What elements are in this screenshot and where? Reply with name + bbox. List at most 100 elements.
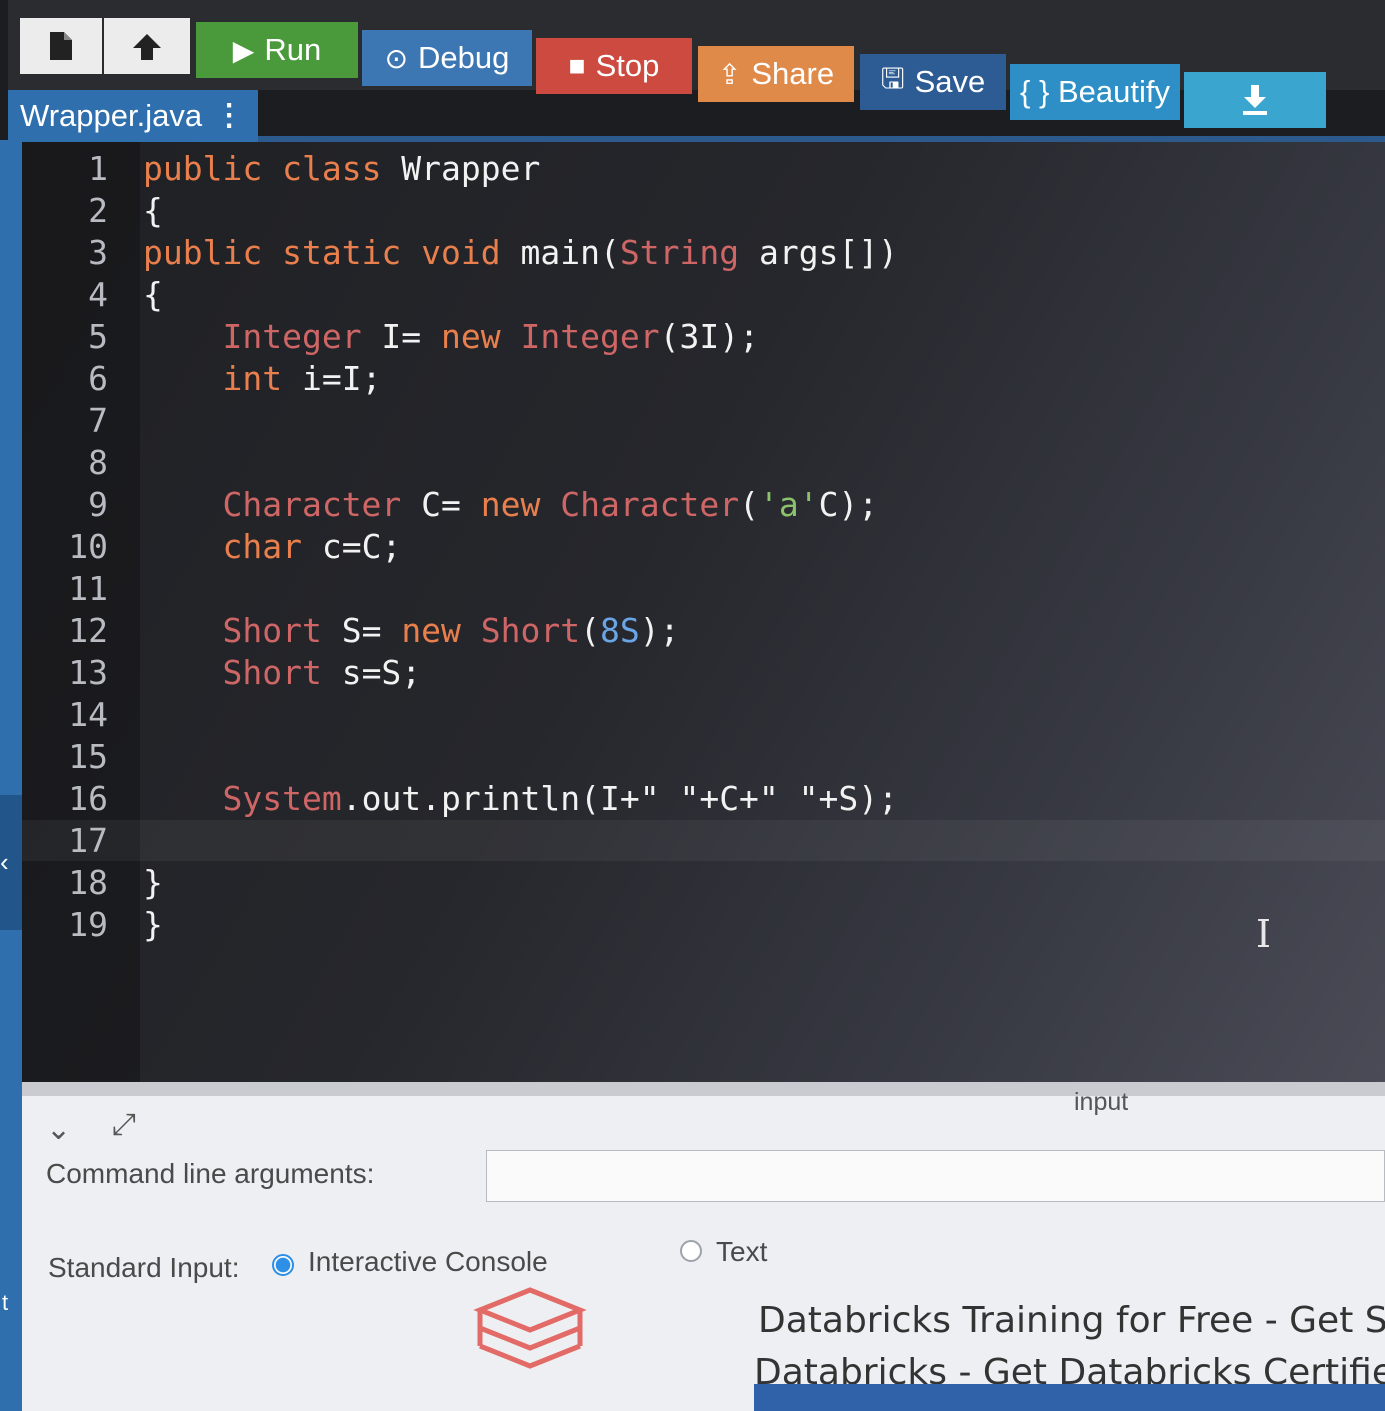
interactive-console-label[interactable]: Interactive Console bbox=[308, 1246, 548, 1278]
code-text: char c=C; bbox=[143, 526, 401, 567]
type-name: Short bbox=[480, 611, 581, 650]
code-mid: C= bbox=[401, 485, 481, 524]
save-label: Save bbox=[914, 64, 986, 99]
code-text: public static void main(String args[]) bbox=[143, 232, 898, 273]
databricks-logo[interactable] bbox=[470, 1282, 590, 1387]
keyword: new bbox=[480, 485, 541, 524]
code-line[interactable]: 14 bbox=[22, 694, 1385, 735]
type-name: System bbox=[222, 779, 342, 818]
ad-footer-strip bbox=[754, 1384, 1385, 1411]
new-file-button[interactable] bbox=[20, 18, 102, 74]
code-line[interactable]: 5 Integer I= new Integer(3I); bbox=[22, 316, 1385, 357]
text-option-label[interactable]: Text bbox=[716, 1236, 767, 1268]
line-number: 16 bbox=[68, 779, 108, 818]
code-text: Short S= new Short(8S); bbox=[143, 610, 679, 651]
code-line[interactable]: 9 Character C= new Character('a'C); bbox=[22, 484, 1385, 525]
code-rest: (3I); bbox=[659, 317, 759, 356]
beautify-label: { } Beautify bbox=[1020, 74, 1170, 109]
code-line[interactable]: 13 Short s=S; bbox=[22, 652, 1385, 693]
code-text: public class Wrapper bbox=[143, 148, 540, 189]
vertical-dots-icon[interactable]: ⋮ bbox=[214, 101, 244, 131]
code-text: System.out.println(I+" "+C+" "+S); bbox=[143, 778, 898, 819]
i-beam-cursor-icon: I bbox=[1256, 912, 1272, 956]
share-button[interactable]: ⇪ Share bbox=[698, 46, 854, 102]
line-number: 7 bbox=[88, 401, 108, 440]
run-button[interactable]: ▶ Run bbox=[196, 22, 358, 78]
panel-splitter[interactable] bbox=[22, 1082, 1385, 1096]
code-line[interactable]: 3 public static void main(String args[]) bbox=[22, 232, 1385, 273]
keyword: int bbox=[222, 359, 283, 398]
keyword: new bbox=[401, 611, 461, 650]
download-icon bbox=[1243, 85, 1267, 115]
string-literal: 'a' bbox=[758, 485, 819, 524]
interactive-console-radio[interactable] bbox=[272, 1254, 294, 1276]
code-line[interactable]: 19 } bbox=[22, 904, 1385, 945]
code-line[interactable]: 11 bbox=[22, 568, 1385, 609]
code-text: Integer I= new Integer(3I); bbox=[143, 316, 759, 357]
type-name: String bbox=[619, 233, 740, 272]
line-number: 13 bbox=[68, 653, 108, 692]
download-button[interactable] bbox=[1184, 72, 1326, 128]
file-tab-name: Wrapper.java bbox=[20, 98, 203, 133]
code-line[interactable]: 10 char c=C; bbox=[22, 526, 1385, 567]
standard-input-label: Standard Input: bbox=[48, 1252, 240, 1283]
ad-link[interactable]: Databricks Training for Free - Get St bbox=[758, 1300, 1385, 1341]
input-tab[interactable]: input bbox=[1074, 1088, 1128, 1117]
code-line[interactable]: 18 } bbox=[22, 862, 1385, 903]
line-number: 12 bbox=[68, 611, 108, 650]
code-rest: } bbox=[143, 905, 163, 944]
type-name: Character bbox=[222, 485, 402, 524]
save-button[interactable]: 🖫 Save bbox=[860, 54, 1006, 110]
code-line[interactable]: 16 System.out.println(I+" "+C+" "+S); bbox=[22, 778, 1385, 819]
stop-button[interactable]: ■ Stop bbox=[536, 38, 692, 94]
code-text: Character C= new Character('a'C); bbox=[143, 484, 878, 525]
code-line[interactable]: 8 bbox=[22, 442, 1385, 483]
chevron-down-icon[interactable]: ⌄ bbox=[46, 1112, 71, 1147]
text-radio[interactable] bbox=[680, 1240, 702, 1262]
type-name: Integer bbox=[520, 317, 660, 356]
line-number: 17 bbox=[68, 821, 108, 860]
code-text: } bbox=[143, 862, 163, 903]
command-line-arguments-label: Command line arguments: bbox=[46, 1158, 375, 1189]
collapse-sidebar-arrow-icon[interactable]: ‹ bbox=[0, 795, 22, 930]
type-name: Short bbox=[222, 611, 322, 650]
expand-arrows-icon[interactable]: ⤢ bbox=[112, 1108, 136, 1142]
code-rest: args[]) bbox=[739, 233, 899, 272]
code-rest: { bbox=[143, 191, 163, 230]
line-number: 1 bbox=[88, 149, 108, 188]
code-line[interactable]: 2 { bbox=[22, 190, 1385, 231]
keyword: void bbox=[421, 233, 501, 272]
upload-button[interactable] bbox=[104, 18, 190, 74]
code-line[interactable]: 15 bbox=[22, 736, 1385, 777]
code-line[interactable]: 7 bbox=[22, 400, 1385, 441]
code-line[interactable]: 1 public class Wrapper bbox=[22, 148, 1385, 189]
file-tab[interactable]: Wrapper.java ⋮ bbox=[8, 90, 258, 142]
keyword: new bbox=[441, 317, 501, 356]
code-mid: I= bbox=[361, 317, 442, 356]
code-line[interactable]: 4 { bbox=[22, 274, 1385, 315]
code-line[interactable]: 12 Short S= new Short(8S); bbox=[22, 610, 1385, 651]
line-number: 9 bbox=[88, 485, 108, 524]
play-icon: ▶ bbox=[232, 34, 255, 66]
code-text: int i=I; bbox=[143, 358, 381, 399]
line-number: 2 bbox=[88, 191, 108, 230]
type-name: Short bbox=[222, 653, 322, 692]
debug-button[interactable]: ⊙ Debug bbox=[362, 30, 532, 86]
upload-icon bbox=[133, 34, 161, 60]
line-number: 10 bbox=[68, 527, 108, 566]
beautify-button[interactable]: { } Beautify bbox=[1010, 64, 1180, 120]
command-line-arguments-input[interactable] bbox=[486, 1150, 1385, 1202]
code-rest: c=C; bbox=[301, 527, 402, 566]
code-line-active[interactable]: 17 bbox=[22, 820, 1385, 861]
code-line[interactable]: 6 int i=I; bbox=[22, 358, 1385, 399]
